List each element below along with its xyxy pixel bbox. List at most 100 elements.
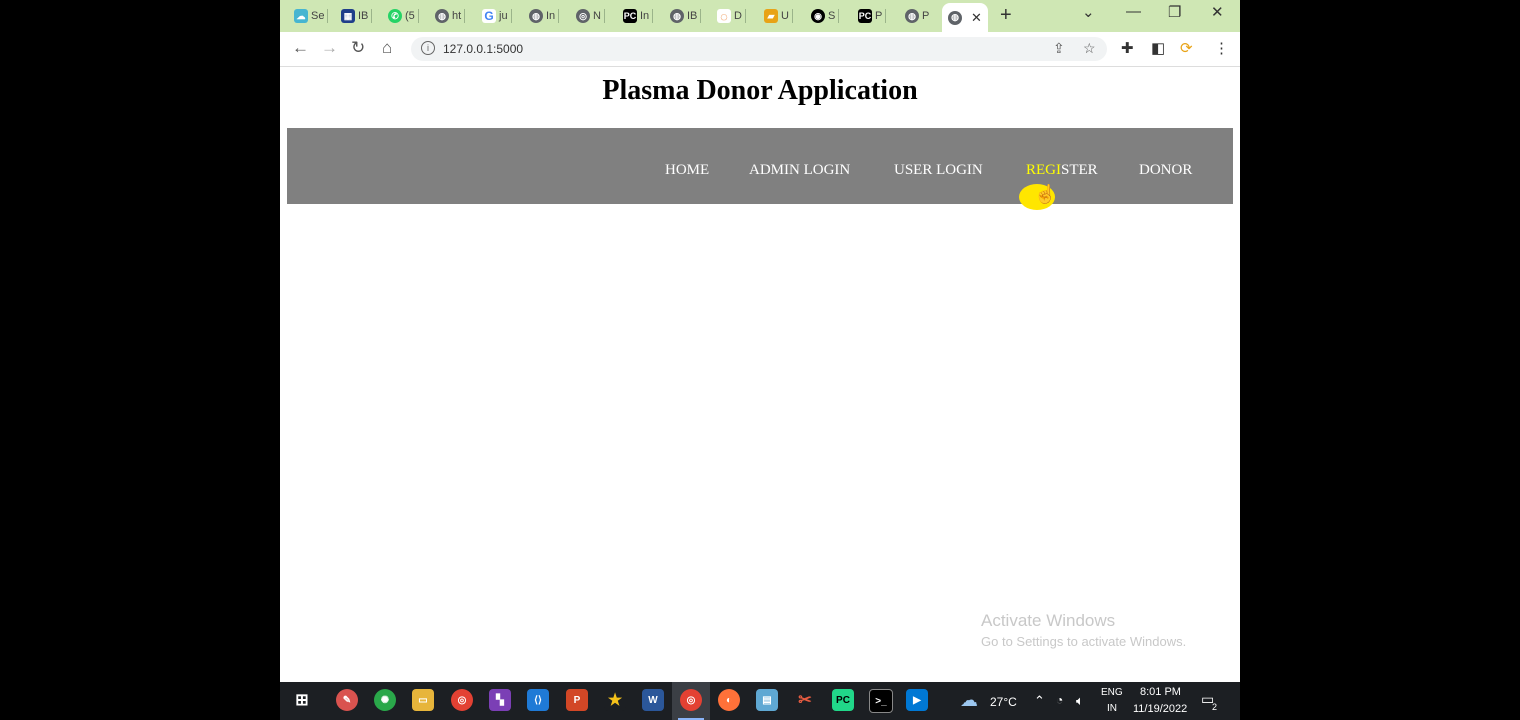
tab-label: D: [734, 10, 742, 22]
tab-12[interactable]: PC P: [858, 5, 887, 27]
forward-icon[interactable]: →: [321, 38, 338, 58]
file-explorer-icon[interactable]: ▭: [412, 689, 434, 711]
browser-toolbar: ← → ↻ ⌂ i 127.0.0.1:5000 ⇪ ☆ ✚ ◧ ⟳ ⋮: [280, 32, 1240, 67]
address-bar[interactable]: i 127.0.0.1:5000 ⇪ ☆: [411, 37, 1107, 61]
media-player-icon[interactable]: ▶: [906, 689, 928, 711]
chrome-active-icon[interactable]: ◎: [680, 689, 702, 711]
tab-13[interactable]: ◍ P: [905, 5, 929, 27]
share-icon[interactable]: ⇪: [1053, 40, 1065, 57]
arc-icon: ◌: [717, 9, 731, 24]
tab-label: S: [828, 10, 836, 22]
menu-icon[interactable]: ⋮: [1214, 39, 1229, 57]
github-icon: ◉: [811, 9, 825, 23]
globe-icon: ◍: [948, 10, 962, 25]
tab-search-icon[interactable]: ⌄: [1082, 3, 1095, 21]
back-icon[interactable]: ←: [292, 38, 309, 58]
chrome-icon: ◎: [576, 9, 590, 23]
profile-extension-icon[interactable]: ⟳: [1180, 39, 1193, 57]
powerpoint-icon[interactable]: P: [566, 689, 588, 711]
ide-icon[interactable]: ▚: [489, 689, 511, 711]
globe-icon: ◍: [670, 9, 684, 23]
page-title: Plasma Donor Application: [602, 75, 918, 106]
clock-date[interactable]: 11/19/2022: [1133, 703, 1187, 715]
star-app-icon[interactable]: ★: [604, 689, 626, 711]
weather-temp[interactable]: 27°C: [990, 695, 1017, 709]
tab-strip: ☁ Se ▦ IB ✆ (5 ◍ ht G ju ◍ In ◎ N PC In …: [280, 0, 1240, 32]
tab-label: (5: [405, 10, 415, 22]
nav-donor[interactable]: DONOR: [1139, 162, 1192, 179]
side-panel-icon[interactable]: ◧: [1151, 39, 1165, 57]
nav-user-login[interactable]: USER LOGIN: [894, 162, 983, 179]
extensions-icon[interactable]: ✚: [1121, 39, 1134, 57]
site-navbar: HOME ADMIN LOGIN USER LOGIN REGISTER DON…: [287, 128, 1233, 204]
terminal-icon[interactable]: >_: [869, 689, 893, 713]
firefox-icon[interactable]: ◐: [718, 689, 740, 711]
whatsapp-icon: ✆: [388, 9, 402, 23]
tab-label: In: [546, 10, 556, 22]
site-info-icon[interactable]: i: [421, 41, 435, 55]
new-tab-button[interactable]: +: [1000, 4, 1012, 27]
tab-4[interactable]: G ju: [482, 5, 512, 27]
tab-label: N: [593, 10, 601, 22]
tab-10[interactable]: ▰ U: [764, 5, 793, 27]
restore-icon[interactable]: ❐: [1168, 3, 1181, 21]
close-window-icon[interactable]: ✕: [1211, 3, 1224, 21]
tab-2[interactable]: ✆ (5: [388, 5, 419, 27]
network-icon[interactable]: ◔: [1056, 693, 1063, 707]
tab-9[interactable]: ◌ D: [717, 5, 746, 27]
word-icon[interactable]: W: [642, 689, 664, 711]
pycharm-icon: PC: [623, 9, 637, 23]
tab-6[interactable]: ◎ N: [576, 5, 605, 27]
tab-label: IB: [358, 10, 369, 22]
paint-icon[interactable]: ✎: [336, 689, 358, 711]
chrome-icon[interactable]: ◎: [451, 689, 473, 711]
weather-icon[interactable]: ☁: [960, 690, 978, 711]
tab-active[interactable]: ◍ ✕: [942, 3, 988, 32]
tab-label: ju: [499, 10, 508, 22]
tab-3[interactable]: ◍ ht: [435, 5, 466, 27]
activate-windows-title: Activate Windows: [981, 611, 1116, 630]
tab-7[interactable]: PC In: [623, 5, 654, 27]
bookmark-star-icon[interactable]: ☆: [1083, 40, 1096, 57]
tab-label: Se: [311, 10, 325, 22]
url-text: 127.0.0.1:5000: [443, 42, 524, 56]
spyder-icon[interactable]: ✺: [374, 689, 396, 711]
notes-icon[interactable]: ▤: [756, 689, 778, 711]
windows-taskbar: ⊞ ✎ ✺ ▭ ◎ ▚ ⟨⟩ P ★ W ◎ ◐ ▤ ✂ PC >_ ▶ ☁ 2…: [280, 682, 1240, 720]
tab-label: U: [781, 10, 789, 22]
grid-icon: ▦: [341, 9, 355, 23]
cloud-icon: ☁: [294, 9, 308, 23]
browser-window: ☁ Se ▦ IB ✆ (5 ◍ ht G ju ◍ In ◎ N PC In …: [280, 0, 1240, 720]
show-hidden-icons-icon[interactable]: ⌃: [1034, 693, 1045, 709]
language-code[interactable]: ENG: [1101, 687, 1123, 698]
vscode-icon[interactable]: ⟨⟩: [527, 689, 549, 711]
tab-1[interactable]: ▦ IB: [341, 5, 373, 27]
tab-11[interactable]: ◉ S: [811, 5, 840, 27]
nav-home[interactable]: HOME: [665, 162, 709, 179]
language-region[interactable]: IN: [1107, 703, 1117, 714]
close-tab-icon[interactable]: ✕: [971, 10, 982, 26]
tab-label: IB: [687, 10, 698, 22]
pycharm-taskbar-icon[interactable]: PC: [832, 689, 854, 711]
snip-tool-icon[interactable]: ✂: [794, 689, 816, 711]
globe-icon: ◍: [435, 9, 449, 23]
nav-admin-login[interactable]: ADMIN LOGIN: [749, 162, 850, 179]
home-icon[interactable]: ⌂: [382, 38, 392, 58]
minimize-icon[interactable]: —: [1126, 3, 1141, 20]
pycharm-icon: PC: [858, 9, 872, 23]
tab-5[interactable]: ◍ In: [529, 5, 560, 27]
tab-label: P: [875, 10, 883, 22]
hand-cursor-icon: ☝: [1034, 184, 1057, 204]
tab-0[interactable]: ☁ Se: [294, 5, 329, 27]
book-icon: ▰: [764, 9, 778, 23]
volume-icon[interactable]: 🔈︎: [1076, 693, 1084, 709]
tab-label: P: [922, 10, 930, 22]
google-icon: G: [482, 9, 496, 23]
nav-register[interactable]: REGISTER: [1026, 162, 1098, 179]
clock-time[interactable]: 8:01 PM: [1140, 686, 1181, 698]
tab-8[interactable]: ◍ IB: [670, 5, 702, 27]
windows-start-icon[interactable]: ⊞: [291, 689, 313, 711]
tab-label: In: [640, 10, 650, 22]
nav-register-highlight: REGI: [1026, 162, 1061, 178]
reload-icon[interactable]: ↻: [351, 38, 365, 58]
